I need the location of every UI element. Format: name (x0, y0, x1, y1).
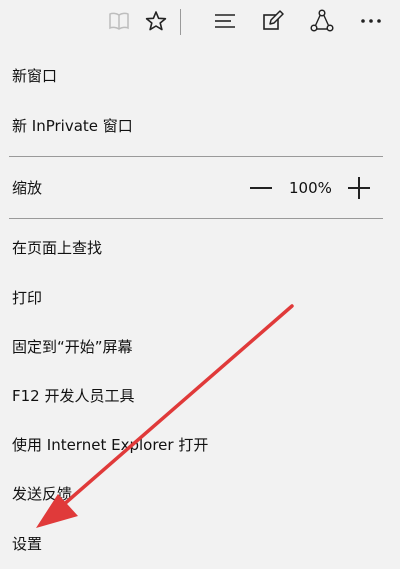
browser-toolbar (0, 0, 400, 42)
hub-icon[interactable] (210, 6, 240, 36)
menu-item-f12-developer-tools[interactable]: F12 开发人员工具 (12, 386, 134, 406)
menu-item-pin-to-start[interactable]: 固定到“开始”屏幕 (12, 337, 133, 357)
zoom-row: 缩放 100% (0, 176, 400, 200)
zoom-label: 缩放 (12, 179, 43, 197)
menu-divider (9, 218, 383, 219)
favorite-star-icon[interactable] (141, 6, 171, 36)
menu-item-new-inprivate-window[interactable]: 新 InPrivate 窗口 (12, 116, 133, 136)
more-actions-menu: 新窗口 新 InPrivate 窗口 缩放 100% 在页面上查找 打印 固定到… (0, 42, 400, 569)
more-icon[interactable] (356, 6, 386, 36)
zoom-in-button[interactable] (347, 176, 371, 200)
menu-divider (9, 156, 383, 157)
menu-item-new-window[interactable]: 新窗口 (12, 66, 57, 86)
share-icon[interactable] (307, 6, 337, 36)
menu-item-settings[interactable]: 设置 (12, 534, 42, 554)
zoom-level: 100% (289, 179, 332, 197)
menu-item-open-with-internet-explorer[interactable]: 使用 Internet Explorer 打开 (12, 435, 208, 455)
menu-item-print[interactable]: 打印 (12, 288, 42, 308)
web-note-icon[interactable] (258, 6, 288, 36)
toolbar-separator (180, 9, 181, 35)
reading-view-icon[interactable] (104, 6, 134, 36)
menu-item-send-feedback[interactable]: 发送反馈 (12, 484, 72, 504)
zoom-out-button[interactable] (248, 178, 274, 198)
menu-item-find-on-page[interactable]: 在页面上查找 (12, 238, 102, 258)
